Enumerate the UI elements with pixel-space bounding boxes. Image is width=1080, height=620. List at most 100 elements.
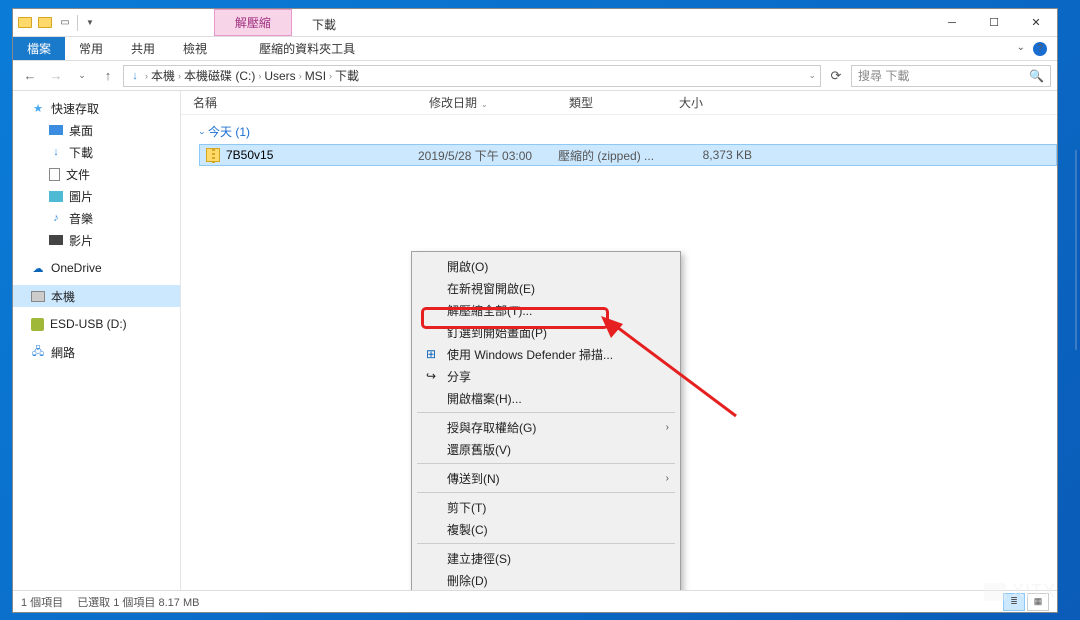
sidebar-item-videos[interactable]: 影片 — [13, 229, 180, 251]
tab-compressed[interactable]: 壓縮的資料夾工具 — [245, 37, 369, 60]
col-date[interactable]: 修改日期⌄ — [417, 94, 557, 111]
search-placeholder: 搜尋 下載 — [858, 67, 909, 84]
network-icon: 🖧 — [31, 345, 45, 359]
download-icon: ↓ — [49, 145, 63, 159]
sidebar-item-network[interactable]: 🖧網路 — [13, 341, 180, 363]
file-type: 壓縮的 (zipped) ... — [558, 147, 668, 164]
wechat-icon — [984, 583, 1006, 601]
ctx-cut[interactable]: 剪下(T) — [415, 496, 677, 518]
status-bar: 1 個項目 已選取 1 個項目 8.17 MB ≣ ▦ — [13, 590, 1057, 612]
share-icon: ↪ — [423, 368, 439, 384]
addr-history-dropdown[interactable]: ⌄ — [808, 70, 816, 81]
search-input[interactable]: 搜尋 下載 🔍 — [851, 65, 1051, 87]
status-selected: 已選取 1 個項目 8.17 MB — [77, 594, 199, 610]
sidebar-item-usb[interactable]: ESD-USB (D:) — [13, 313, 180, 335]
tab-share[interactable]: 共用 — [117, 37, 169, 60]
file-list-pane: 名稱 修改日期⌄ 類型 大小 ›今天 (1) 7B50v15 2019/5/28… — [181, 91, 1057, 590]
title-contextual-tabs: 解壓縮 — [214, 9, 292, 36]
folder-icon — [17, 15, 33, 31]
group-today[interactable]: ›今天 (1) — [181, 115, 1057, 144]
cloud-icon: ☁ — [31, 261, 45, 275]
maximize-button[interactable]: ☐ — [973, 10, 1015, 36]
window-title: 下載 — [292, 12, 356, 33]
column-headers: 名稱 修改日期⌄ 類型 大小 — [181, 91, 1057, 115]
contextual-tab-extract: 解壓縮 — [214, 9, 292, 36]
forward-button[interactable]: → — [45, 65, 67, 87]
crumb-pc[interactable]: 本機 — [151, 67, 175, 84]
crumb-users[interactable]: Users — [264, 69, 295, 83]
crumb-cdrive[interactable]: 本機磁碟 (C:) — [184, 67, 255, 84]
zip-icon — [206, 148, 220, 162]
context-menu: 開啟(O) 在新視窗開啟(E) 解壓縮全部(T)... 釘選到開始畫面(P) ⊞… — [411, 251, 681, 590]
ctx-open-new-window[interactable]: 在新視窗開啟(E) — [415, 277, 677, 299]
ctx-separator — [417, 412, 675, 413]
sidebar-item-onedrive[interactable]: ☁OneDrive — [13, 257, 180, 279]
arrow-down-icon: ↓ — [128, 69, 142, 83]
up-button[interactable]: ↑ — [97, 65, 119, 87]
qat-pin[interactable]: ▭ — [57, 15, 73, 31]
search-icon: 🔍 — [1029, 69, 1044, 83]
qat-folder2[interactable] — [37, 15, 53, 31]
chevron-down-icon: › — [198, 132, 208, 135]
ctx-extract-all[interactable]: 解壓縮全部(T)... — [415, 299, 677, 321]
ribbon-expand-icon[interactable]: ⌄ — [1017, 42, 1025, 56]
file-date: 2019/5/28 下午 03:00 — [418, 147, 558, 164]
picture-icon — [49, 191, 63, 202]
ctx-open[interactable]: 開啟(O) — [415, 255, 677, 277]
sidebar-item-documents[interactable]: 文件 — [13, 163, 180, 185]
pc-icon — [31, 291, 45, 302]
ctx-separator — [417, 543, 675, 544]
tab-view[interactable]: 檢視 — [169, 37, 221, 60]
document-icon — [49, 168, 60, 181]
file-row[interactable]: 7B50v15 2019/5/28 下午 03:00 壓縮的 (zipped) … — [199, 144, 1057, 166]
sort-indicator-icon: ⌄ — [481, 100, 488, 109]
address-bar-row: ← → ⌄ ↑ ↓ › 本機› 本機磁碟 (C:)› Users› MSI› 下… — [13, 61, 1057, 91]
col-type[interactable]: 類型 — [557, 94, 667, 111]
sidebar-item-music[interactable]: ♪音樂 — [13, 207, 180, 229]
ctx-share[interactable]: ↪分享 — [415, 365, 677, 387]
sidebar-item-quick-access[interactable]: ★快速存取 — [13, 97, 180, 119]
crumb-downloads[interactable]: 下載 — [335, 67, 359, 84]
ctx-delete[interactable]: 刪除(D) — [415, 569, 677, 590]
file-size: 8,373 KB — [668, 148, 758, 162]
close-button[interactable]: ✕ — [1015, 10, 1057, 36]
minimize-button[interactable]: ─ — [931, 10, 973, 36]
nav-pane: ★快速存取 桌面 ↓下載 文件 圖片 ♪音樂 影片 ☁OneDrive 本機 E… — [13, 91, 181, 590]
ctx-grant-access[interactable]: 授與存取權給(G)› — [415, 416, 677, 438]
sidebar-item-downloads[interactable]: ↓下載 — [13, 141, 180, 163]
file-name: 7B50v15 — [226, 148, 273, 162]
recent-dropdown[interactable]: ⌄ — [71, 65, 93, 87]
ctx-pin-to-start[interactable]: 釘選到開始畫面(P) — [415, 321, 677, 343]
back-button[interactable]: ← — [19, 65, 41, 87]
help-icon[interactable]: ? — [1033, 42, 1047, 56]
ctx-separator — [417, 492, 675, 493]
address-bar[interactable]: ↓ › 本機› 本機磁碟 (C:)› Users› MSI› 下載 ⌄ — [123, 65, 821, 87]
ribbon-tabs: 檔案 常用 共用 檢視 壓縮的資料夾工具 ⌄ ? — [13, 37, 1057, 61]
titlebar: ▭ ▼ 解壓縮 下載 ─ ☐ ✕ — [13, 9, 1057, 37]
explorer-window: ▭ ▼ 解壓縮 下載 ─ ☐ ✕ 檔案 常用 共用 檢視 壓縮的資料夾工具 ⌄ … — [12, 8, 1058, 613]
ctx-defender-scan[interactable]: ⊞使用 Windows Defender 掃描... — [415, 343, 677, 365]
sidebar-item-desktop[interactable]: 桌面 — [13, 119, 180, 141]
ctx-open-with[interactable]: 開啟檔案(H)... — [415, 387, 677, 409]
ctx-create-shortcut[interactable]: 建立捷徑(S) — [415, 547, 677, 569]
ctx-copy[interactable]: 複製(C) — [415, 518, 677, 540]
col-name[interactable]: 名稱 — [181, 94, 417, 111]
ctx-send-to[interactable]: 傳送到(N)› — [415, 467, 677, 489]
ctx-separator — [417, 463, 675, 464]
qat-dropdown[interactable]: ▼ — [86, 18, 94, 27]
usb-icon — [31, 318, 44, 331]
tab-file[interactable]: 檔案 — [13, 37, 65, 60]
shield-icon: ⊞ — [423, 346, 439, 362]
crumb-msi[interactable]: MSI — [305, 69, 326, 83]
tab-home[interactable]: 常用 — [65, 37, 117, 60]
chevron-right-icon: › — [666, 422, 669, 433]
qat-sep — [77, 15, 78, 31]
ctx-restore-versions[interactable]: 還原舊版(V) — [415, 438, 677, 460]
sidebar-item-pictures[interactable]: 圖片 — [13, 185, 180, 207]
music-icon: ♪ — [49, 211, 63, 225]
star-icon: ★ — [31, 101, 45, 115]
chevron-right-icon: › — [666, 473, 669, 484]
sidebar-item-thispc[interactable]: 本機 — [13, 285, 180, 307]
refresh-button[interactable]: ⟳ — [825, 68, 847, 84]
col-size[interactable]: 大小 — [667, 94, 757, 111]
